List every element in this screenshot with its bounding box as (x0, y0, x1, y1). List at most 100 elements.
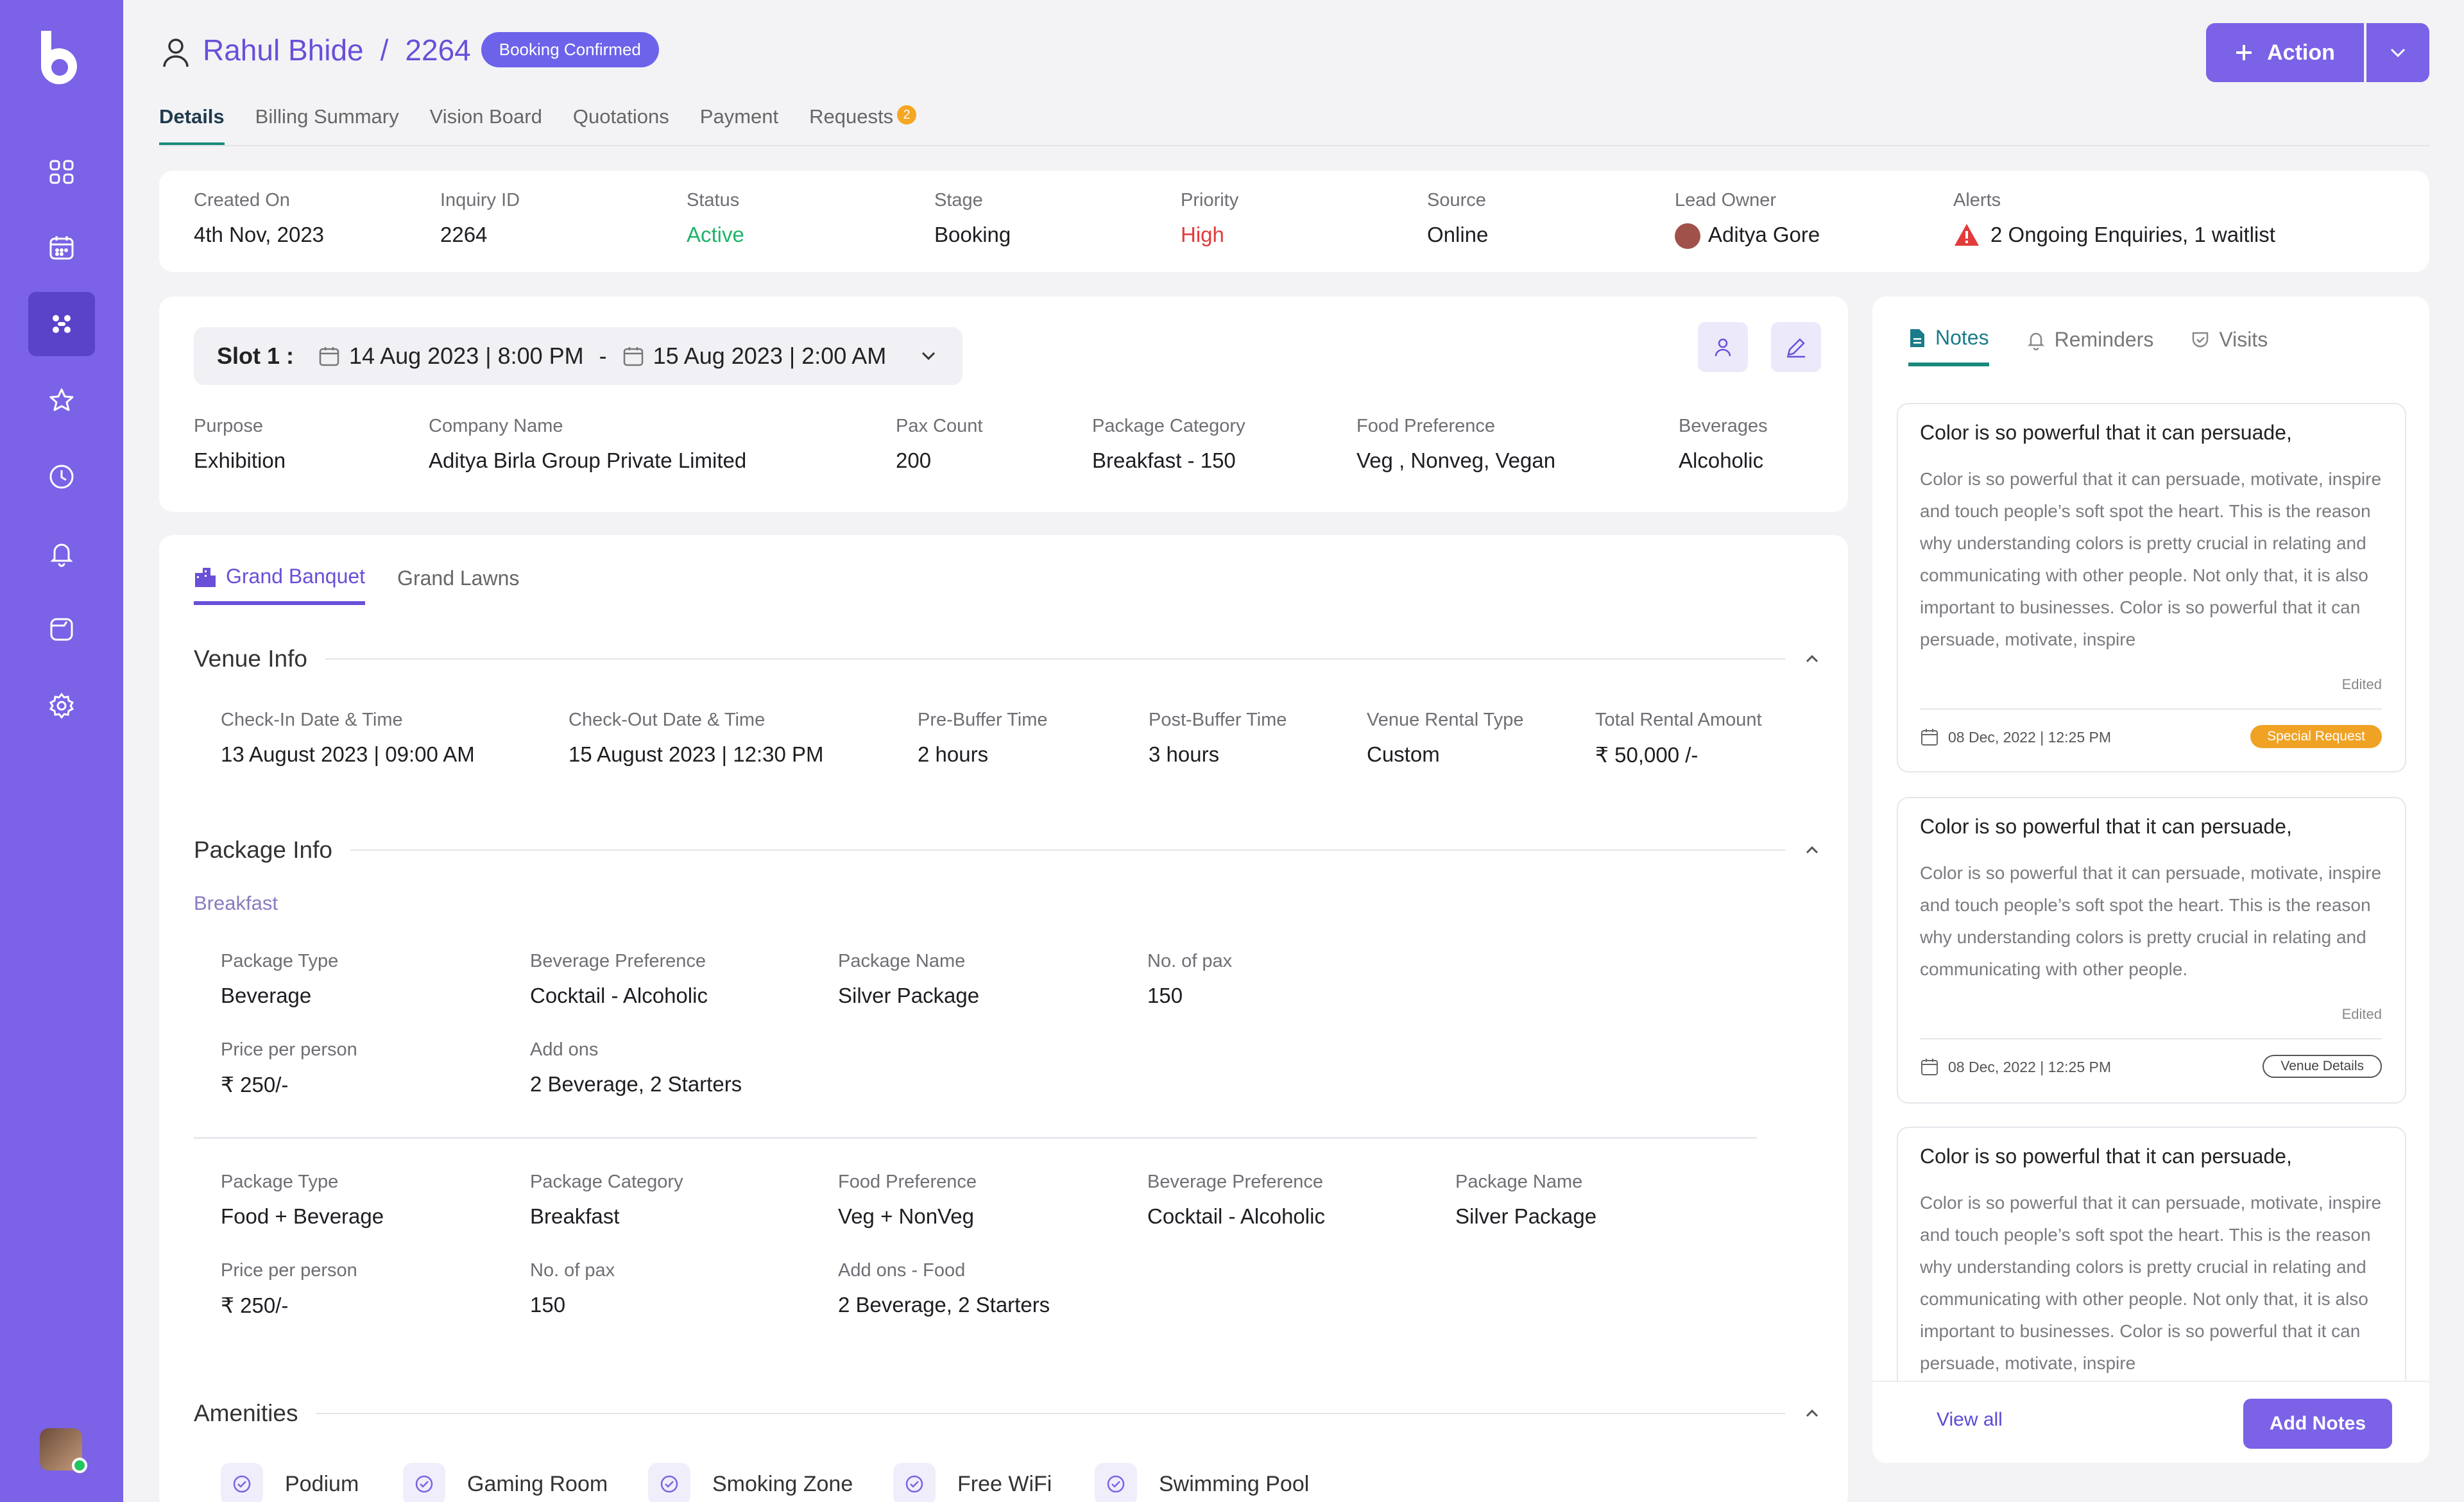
note-tag: Venue Details (2263, 1055, 2382, 1078)
tab-grand-banquet[interactable]: Grand Banquet (194, 565, 366, 605)
section-divider (316, 1413, 1785, 1414)
nav-dashboard[interactable] (28, 140, 95, 204)
field-value[interactable]: Aditya Gore (1708, 223, 1820, 246)
tab-reminders[interactable]: Reminders (2026, 326, 2154, 366)
nav-notifications[interactable] (28, 521, 95, 585)
tab-label: Reminders (2054, 328, 2154, 351)
tab-label: Grand Lawns (397, 567, 520, 590)
field-label: Venue Rental Type (1367, 710, 1524, 730)
nav-history[interactable] (28, 445, 95, 509)
chevron-up-icon[interactable] (1803, 844, 1821, 857)
assign-user-button[interactable] (1698, 322, 1748, 372)
shield-check-icon (2193, 332, 2209, 347)
field-value: 200 (896, 448, 932, 472)
field-value: ₹ 50,000 /- (1595, 743, 1698, 767)
tab-label: Quotations (572, 105, 669, 128)
section-title: Amenities (194, 1400, 298, 1426)
lead-owner-avatar (1675, 223, 1700, 250)
add-notes-button[interactable]: Add Notes (2243, 1399, 2392, 1449)
chevron-up-icon[interactable] (1803, 1407, 1821, 1420)
tab-quotations[interactable]: Quotations (573, 105, 669, 146)
bell-icon (50, 543, 73, 567)
chevron-down-icon (2390, 48, 2406, 58)
nav-settings[interactable] (28, 674, 95, 738)
note-body: Color is so powerful that it can persuad… (1920, 469, 2382, 649)
nav-favorites[interactable] (28, 368, 95, 432)
folder-icon (50, 618, 73, 641)
nav-inquiries[interactable] (28, 292, 95, 356)
field-label: Price per person (221, 1039, 357, 1060)
package-info-header[interactable]: Package Info (194, 837, 1836, 864)
building-icon (195, 567, 216, 587)
user-icon (1715, 338, 1731, 357)
field-value: 2264 (440, 223, 488, 246)
note-body: Color is so powerful that it can persuad… (1920, 1193, 2382, 1373)
slot-card: Slot 1 : 14 Aug 2023 | 8:00 PM - 15 Aug … (159, 296, 1848, 512)
customer-name[interactable]: Rahul Bhide (203, 33, 364, 67)
p1-addons-field: Add ons 2 Beverage, 2 Starters (530, 1039, 742, 1097)
field-value: 3 hours (1149, 742, 1220, 766)
edit-icon (1787, 338, 1805, 358)
user-avatar[interactable] (40, 1428, 87, 1473)
venue-info-header[interactable]: Venue Info (194, 645, 1836, 672)
chevron-up-icon[interactable] (1803, 653, 1821, 665)
field-label: Add ons (530, 1039, 599, 1060)
field-value: Cocktail - Alcoholic (1147, 1204, 1325, 1228)
slot-selector[interactable]: Slot 1 : 14 Aug 2023 | 8:00 PM - 15 Aug … (194, 327, 963, 385)
tab-requests[interactable]: Requests 2 (809, 105, 917, 146)
amenity-label: Podium (285, 1471, 359, 1496)
note-card[interactable]: Color is so powerful that it can persuad… (1897, 1127, 2406, 1396)
purpose-field: Purpose Exhibition (194, 416, 286, 473)
tab-billing-summary[interactable]: Billing Summary (255, 105, 399, 146)
field-value: Veg , Nonveg, Vegan (1356, 448, 1556, 472)
p2-addons-field: Add ons - Food 2 Beverage, 2 Starters (838, 1260, 1050, 1317)
field-value: High (1181, 223, 1224, 246)
field-value[interactable]: 2 Ongoing Enquiries, 1 waitlist (1990, 223, 2275, 247)
field-label: Lead Owner (1675, 190, 1776, 210)
note-card[interactable]: Color is so powerful that it can persuad… (1897, 797, 2406, 1104)
check-circle-icon (648, 1463, 690, 1502)
requests-count-badge: 2 (897, 105, 917, 124)
action-dropdown-button[interactable] (2366, 23, 2429, 82)
tab-label: Notes (1935, 326, 1989, 349)
check-circle-icon (1095, 1463, 1137, 1502)
amenities-header[interactable]: Amenities (194, 1400, 1836, 1427)
note-card[interactable]: Color is so powerful that it can persuad… (1897, 403, 2406, 772)
warning-icon (1955, 224, 1979, 246)
tab-details[interactable]: Details (159, 105, 225, 146)
tab-label: Billing Summary (255, 105, 399, 128)
tab-grand-lawns[interactable]: Grand Lawns (397, 565, 519, 605)
calendar-small-icon (1921, 1059, 1938, 1075)
check-circle-icon (893, 1463, 936, 1502)
app-logo[interactable] (37, 31, 82, 85)
package-subtitle: Breakfast (194, 892, 278, 914)
edit-slot-button[interactable] (1771, 322, 1821, 372)
checkin-field: Check-In Date & Time 13 August 2023 | 09… (221, 710, 475, 767)
p2-bev-pref-field: Beverage Preference Cocktail - Alcoholic (1147, 1172, 1325, 1229)
slot-end: 15 Aug 2023 | 2:00 AM (653, 343, 887, 369)
field-label: Source (1427, 190, 1486, 210)
action-button[interactable]: Action (2206, 23, 2364, 82)
field-label: Package Name (838, 951, 966, 971)
field-value: 4th Nov, 2023 (194, 223, 325, 246)
tab-visits[interactable]: Visits (2191, 326, 2268, 366)
notes-panel: Notes Reminders Visits Color is so power… (1872, 296, 2429, 1463)
slot-start: 14 Aug 2023 | 8:00 PM (349, 343, 584, 369)
tab-notes[interactable]: Notes (1908, 326, 1989, 366)
field-label: Post-Buffer Time (1149, 710, 1287, 730)
tab-payment[interactable]: Payment (700, 105, 778, 146)
section-title: Package Info (194, 837, 332, 863)
dashboard-icon (49, 160, 74, 184)
nav-documents[interactable] (28, 597, 95, 661)
star-icon (49, 388, 74, 411)
p1-name-field: Package Name Silver Package (838, 951, 979, 1008)
section-divider (350, 849, 1785, 851)
clock-icon (49, 465, 74, 489)
notes-tabs: Notes Reminders Visits (1908, 326, 2268, 366)
tab-vision-board[interactable]: Vision Board (430, 105, 542, 146)
title-separator: / (380, 33, 389, 67)
view-all-link[interactable]: View all (1937, 1409, 2003, 1431)
nav-calendar[interactable] (28, 216, 95, 280)
note-tag: Special Request (2250, 725, 2382, 748)
field-value: Custom (1367, 742, 1440, 766)
